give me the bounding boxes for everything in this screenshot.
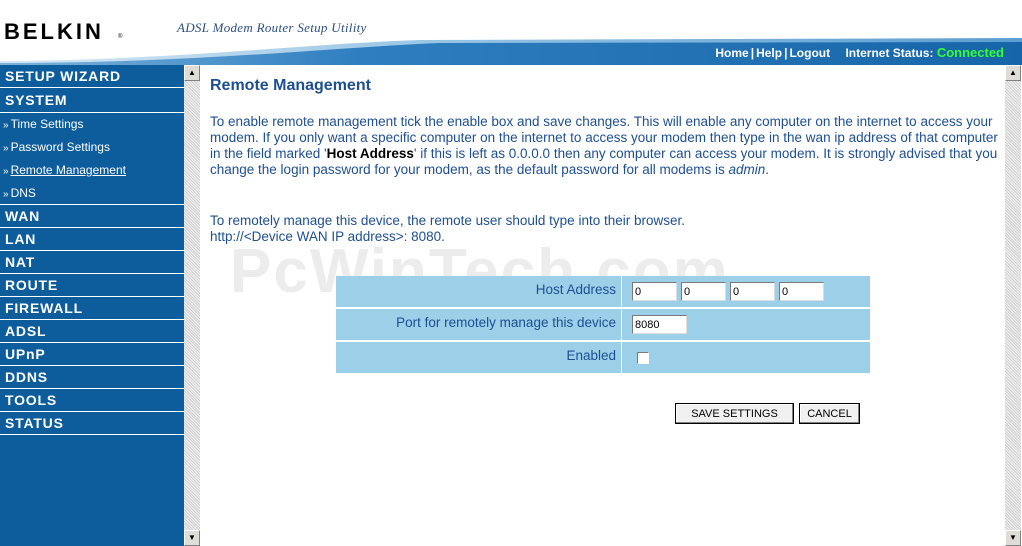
intro-paragraph: To enable remote management tick the ena… — [210, 114, 1000, 178]
sidebar-item-label: Time Settings — [10, 117, 84, 131]
nav-tools[interactable]: TOOLS — [0, 389, 185, 412]
content-scrollbar[interactable]: ▲ ▼ — [1005, 65, 1021, 546]
bullet-arrow-icon: » — [3, 166, 9, 177]
host-octet-4-input[interactable] — [779, 282, 824, 301]
intro-text: . — [765, 162, 770, 177]
host-octet-3-input[interactable] — [730, 282, 775, 301]
home-link[interactable]: Home — [715, 46, 748, 60]
bullet-arrow-icon: » — [3, 189, 9, 200]
link-separator: | — [750, 46, 755, 60]
save-settings-button[interactable]: SAVE SETTINGS — [675, 403, 794, 424]
scroll-down-icon[interactable]: ▼ — [184, 530, 200, 546]
sidebar-nav: SETUP WIZARD SYSTEM » Time Settings » Pass… — [0, 65, 185, 546]
nav-setup-wizard[interactable]: SETUP WIZARD — [0, 65, 185, 88]
help-link[interactable]: Help — [756, 46, 782, 60]
sidebar-scrollbar[interactable]: ▲ ▼ — [184, 65, 200, 546]
scroll-up-icon[interactable]: ▲ — [1005, 65, 1021, 81]
host-address-row: Host Address — [336, 276, 870, 307]
nav-lan[interactable]: LAN — [0, 228, 185, 251]
sidebar-item-label: DNS — [10, 186, 36, 200]
port-label: Port for remotely manage this device — [336, 309, 622, 340]
internet-status-value: Connected — [936, 45, 1004, 60]
nav-wan[interactable]: WAN — [0, 205, 185, 228]
host-address-label: Host Address — [336, 276, 622, 307]
sidebar-item-remote-management[interactable]: » Remote Management — [0, 159, 185, 182]
logout-link[interactable]: Logout — [789, 46, 830, 60]
header: BELKIN ® ADSL Modem Router Setup Utility… — [0, 0, 1022, 65]
intro-default-password: admin — [728, 162, 766, 177]
scroll-up-icon[interactable]: ▲ — [184, 65, 200, 81]
nav-system[interactable]: SYSTEM — [0, 88, 185, 113]
scrollbar-track[interactable] — [184, 81, 200, 530]
port-input[interactable] — [632, 315, 687, 334]
sidebar-item-dns[interactable]: » DNS — [0, 182, 185, 205]
remote-access-line: To remotely manage this device, the remo… — [210, 213, 685, 228]
bullet-arrow-icon: » — [3, 143, 9, 154]
remote-access-paragraph: To remotely manage this device, the remo… — [210, 213, 1000, 245]
port-row: Port for remotely manage this device — [336, 309, 870, 340]
host-octet-2-input[interactable] — [681, 282, 726, 301]
nav-upnp[interactable]: UPnP — [0, 343, 185, 366]
nav-nat[interactable]: NAT — [0, 251, 185, 274]
nav-firewall[interactable]: FIREWALL — [0, 297, 185, 320]
host-octet-1-input[interactable] — [632, 282, 677, 301]
sidebar-item-label: Password Settings — [10, 140, 110, 154]
top-links: Home | Help | Logout Internet Status: Connec… — [715, 45, 1004, 60]
remote-management-form: Host Address Port for remotely manage th… — [336, 276, 870, 373]
page-title: Remote Management — [210, 77, 371, 94]
cancel-button[interactable]: CANCEL — [799, 403, 860, 424]
nav-route[interactable]: ROUTE — [0, 274, 185, 297]
internet-status-label: Internet Status: — [845, 46, 934, 60]
enabled-label: Enabled — [336, 342, 622, 373]
nav-ddns[interactable]: DDNS — [0, 366, 185, 389]
scroll-down-icon[interactable]: ▼ — [1005, 530, 1021, 546]
sidebar-item-label: Remote Management — [10, 163, 126, 177]
nav-adsl[interactable]: ADSL — [0, 320, 185, 343]
bullet-arrow-icon: » — [3, 120, 9, 131]
enabled-row: Enabled — [336, 342, 870, 373]
enabled-checkbox[interactable] — [637, 352, 649, 364]
sidebar-item-time-settings[interactable]: » Time Settings — [0, 113, 185, 136]
nav-status[interactable]: STATUS — [0, 412, 185, 435]
sidebar-item-password-settings[interactable]: » Password Settings — [0, 136, 185, 159]
intro-host-address-bold: Host Address — [326, 146, 414, 161]
remote-access-url: http://<Device WAN IP address>: 8080. — [210, 229, 445, 244]
scrollbar-track[interactable] — [1005, 81, 1021, 530]
